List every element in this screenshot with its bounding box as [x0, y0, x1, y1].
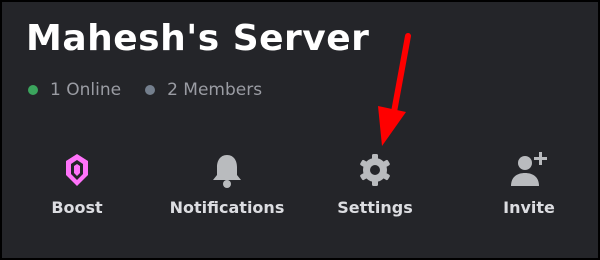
server-actions: Boost Notifications Settings Invite	[2, 150, 598, 230]
online-count: 1 Online	[50, 80, 122, 100]
boost-gem-icon	[57, 150, 97, 190]
invite-label: Invite	[503, 198, 555, 217]
settings-button[interactable]: Settings	[300, 150, 450, 230]
server-name: Mahesh's Server	[26, 18, 370, 59]
settings-label: Settings	[337, 198, 413, 217]
boost-button[interactable]: Boost	[2, 150, 152, 230]
members-stat: 2 Members	[145, 80, 262, 100]
invite-button[interactable]: Invite	[454, 150, 598, 230]
online-stat: 1 Online	[28, 80, 121, 100]
members-count: 2 Members	[167, 80, 263, 100]
bell-icon	[207, 150, 247, 190]
notifications-label: Notifications	[169, 198, 285, 217]
online-status-dot	[28, 85, 38, 95]
server-stats: 1 Online 2 Members	[28, 80, 262, 100]
server-header-panel: Mahesh's Server 1 Online 2 Members Boost	[0, 0, 600, 260]
notifications-button[interactable]: Notifications	[152, 150, 302, 230]
boost-label: Boost	[51, 198, 103, 217]
members-status-dot	[145, 85, 156, 95]
gear-icon	[355, 150, 395, 190]
add-user-icon	[509, 150, 549, 190]
